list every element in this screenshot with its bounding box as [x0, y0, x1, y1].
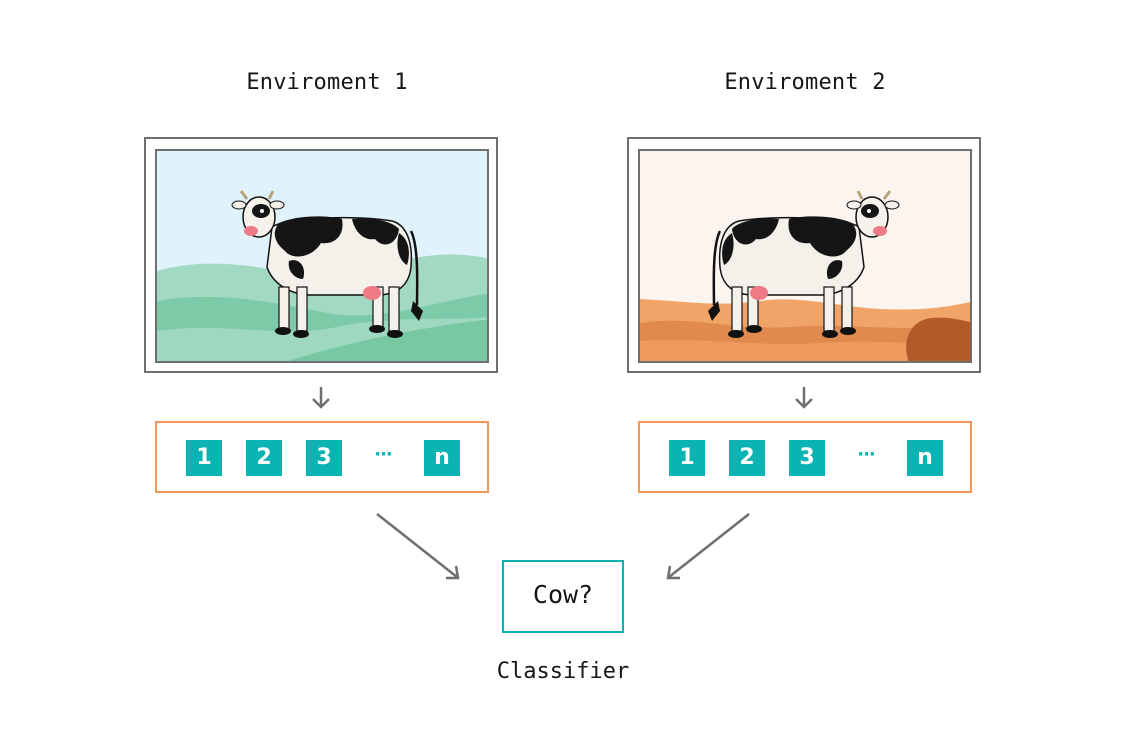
flow-arrows [376, 513, 750, 580]
classifier-box: Cow? [502, 560, 624, 633]
arrow-diagonal-icon [666, 513, 750, 580]
arrow-diagonal-icon [376, 513, 460, 580]
classifier-label: Classifier [496, 659, 630, 684]
